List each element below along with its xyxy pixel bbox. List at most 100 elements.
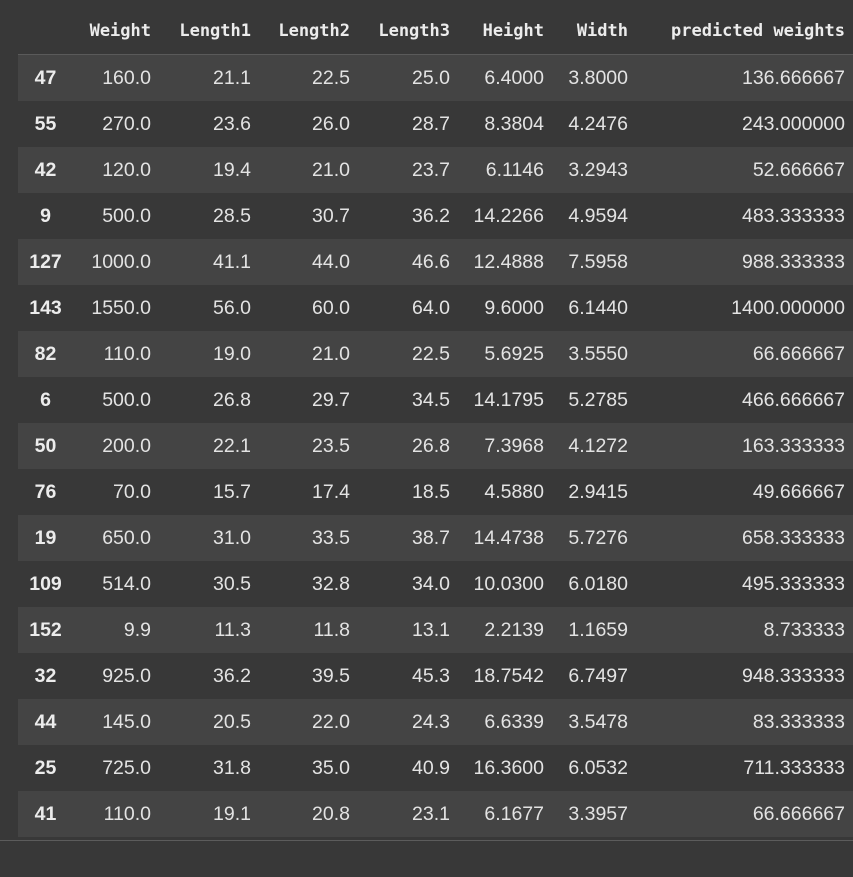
- table-cell: 23.6: [213, 112, 251, 135]
- table-cell: 26.8: [213, 388, 251, 411]
- row-index: 6: [40, 388, 51, 411]
- table-cell: 5.2785: [568, 388, 628, 411]
- row-index: 127: [29, 250, 62, 273]
- table-cell: 18.5: [412, 480, 450, 503]
- table-cell: 4.2476: [568, 112, 628, 135]
- table-cell: 19.1: [213, 802, 251, 825]
- table-cell: 163.333333: [741, 434, 845, 457]
- notebook-output-area: Weight Length1 Length2 Length3 Height Width pr…: [0, 0, 853, 877]
- table-cell: 10.0300: [473, 572, 545, 595]
- table-cell: 26.0: [312, 112, 350, 135]
- table-cell: 514.0: [102, 572, 151, 595]
- row-index: 50: [34, 434, 57, 457]
- table-row: 55 270.0 23.6 26.0 28.7 8.3804 4.2476 243.00000…: [18, 101, 853, 147]
- table-cell: 22.5: [312, 66, 350, 89]
- index-column-header: [18, 8, 73, 55]
- table-cell: 36.2: [213, 664, 251, 687]
- output-divider: [0, 840, 853, 841]
- table-cell: 200.0: [102, 434, 151, 457]
- row-index: 55: [34, 112, 57, 135]
- table-cell: 500.0: [102, 388, 151, 411]
- table-cell: 6.1677: [484, 802, 544, 825]
- column-header: predicted weights: [636, 8, 853, 55]
- table-cell: 29.7: [312, 388, 350, 411]
- table-cell: 2.2139: [484, 618, 544, 641]
- column-header: Length1: [159, 8, 259, 55]
- table-header: Weight Length1 Length2 Length3 Height Width pr…: [18, 8, 853, 55]
- table-cell: 19.4: [213, 158, 251, 181]
- table-cell: 4.1272: [568, 434, 628, 457]
- table-cell: 33.5: [312, 526, 350, 549]
- table-cell: 64.0: [412, 296, 450, 319]
- row-index: 41: [34, 802, 57, 825]
- table-cell: 2.9415: [568, 480, 628, 503]
- table-cell: 34.0: [412, 572, 450, 595]
- table-cell: 988.333333: [741, 250, 845, 273]
- table-cell: 23.5: [312, 434, 350, 457]
- table-cell: 66.666667: [752, 802, 845, 825]
- column-header: Length3: [358, 8, 458, 55]
- column-header: Height: [458, 8, 552, 55]
- table-cell: 26.8: [412, 434, 450, 457]
- table-cell: 110.0: [103, 802, 151, 825]
- table-cell: 1.1659: [568, 618, 628, 641]
- table-cell: 30.7: [312, 204, 350, 227]
- table-cell: 60.0: [312, 296, 350, 319]
- table-cell: 243.000000: [741, 112, 845, 135]
- table-cell: 31.0: [213, 526, 251, 549]
- table-cell: 3.3957: [568, 802, 628, 825]
- row-index: 76: [34, 480, 57, 503]
- table-cell: 44.0: [312, 250, 350, 273]
- table-row: 143 1550.0 56.0 60.0 64.0 9.6000 6.1440 1400.00…: [18, 285, 853, 331]
- table-cell: 21.0: [312, 342, 350, 365]
- table-cell: 31.8: [213, 756, 251, 779]
- table-cell: 25.0: [412, 66, 450, 89]
- row-index: 25: [34, 756, 57, 779]
- dataframe-output: Weight Length1 Length2 Length3 Height Width pr…: [18, 8, 853, 837]
- table-row: 19 650.0 31.0 33.5 38.7 14.4738 5.7276 658.3333…: [18, 515, 853, 561]
- table-row: 50 200.0 22.1 23.5 26.8 7.3968 4.1272 163.33333…: [18, 423, 853, 469]
- table-cell: 20.5: [213, 710, 251, 733]
- table-cell: 160.0: [102, 66, 151, 89]
- table-cell: 34.5: [412, 388, 450, 411]
- table-cell: 30.5: [213, 572, 251, 595]
- row-index: 44: [34, 710, 57, 733]
- table-cell: 46.6: [412, 250, 450, 273]
- table-cell: 500.0: [102, 204, 151, 227]
- table-cell: 52.666667: [752, 158, 845, 181]
- row-index: 19: [34, 526, 57, 549]
- table-cell: 83.333333: [752, 710, 845, 733]
- table-cell: 11.8: [313, 618, 350, 641]
- dataframe-table: Weight Length1 Length2 Length3 Height Width pr…: [18, 8, 853, 837]
- table-cell: 6.6339: [484, 710, 544, 733]
- table-cell: 6.7497: [568, 664, 628, 687]
- table-cell: 6.4000: [484, 66, 544, 89]
- table-cell: 21.1: [213, 66, 251, 89]
- column-header: Weight: [73, 8, 159, 55]
- table-row: 9 500.0 28.5 30.7 36.2 14.2266 4.9594 483.33333…: [18, 193, 853, 239]
- row-index: 9: [40, 204, 51, 227]
- table-cell: 15.7: [213, 480, 251, 503]
- table-cell: 145.0: [102, 710, 151, 733]
- table-cell: 36.2: [412, 204, 450, 227]
- table-row: 6 500.0 26.8 29.7 34.5 14.1795 5.2785 466.66666…: [18, 377, 853, 423]
- table-cell: 9.9: [123, 618, 151, 641]
- table-row: 127 1000.0 41.1 44.0 46.6 12.4888 7.5958 988.33…: [18, 239, 853, 285]
- table-cell: 495.333333: [741, 572, 845, 595]
- table-cell: 18.7542: [473, 664, 545, 687]
- table-cell: 39.5: [312, 664, 350, 687]
- table-cell: 9.6000: [484, 296, 544, 319]
- table-cell: 6.0180: [568, 572, 628, 595]
- table-cell: 6.0532: [568, 756, 628, 779]
- table-cell: 711.333333: [743, 756, 845, 779]
- table-cell: 7.5958: [568, 250, 628, 273]
- table-cell: 41.1: [213, 250, 251, 273]
- table-row: 109 514.0 30.5 32.8 34.0 10.0300 6.0180 495.333…: [18, 561, 853, 607]
- table-cell: 56.0: [213, 296, 251, 319]
- table-cell: 6.1440: [568, 296, 628, 319]
- table-cell: 725.0: [102, 756, 151, 779]
- table-row: 25 725.0 31.8 35.0 40.9 16.3600 6.0532 711.3333…: [18, 745, 853, 791]
- row-index: 47: [34, 66, 57, 89]
- table-body: 47 160.0 21.1 22.5 25.0 6.4000 3.8000 136.66666…: [18, 54, 853, 837]
- table-cell: 11.3: [214, 618, 251, 641]
